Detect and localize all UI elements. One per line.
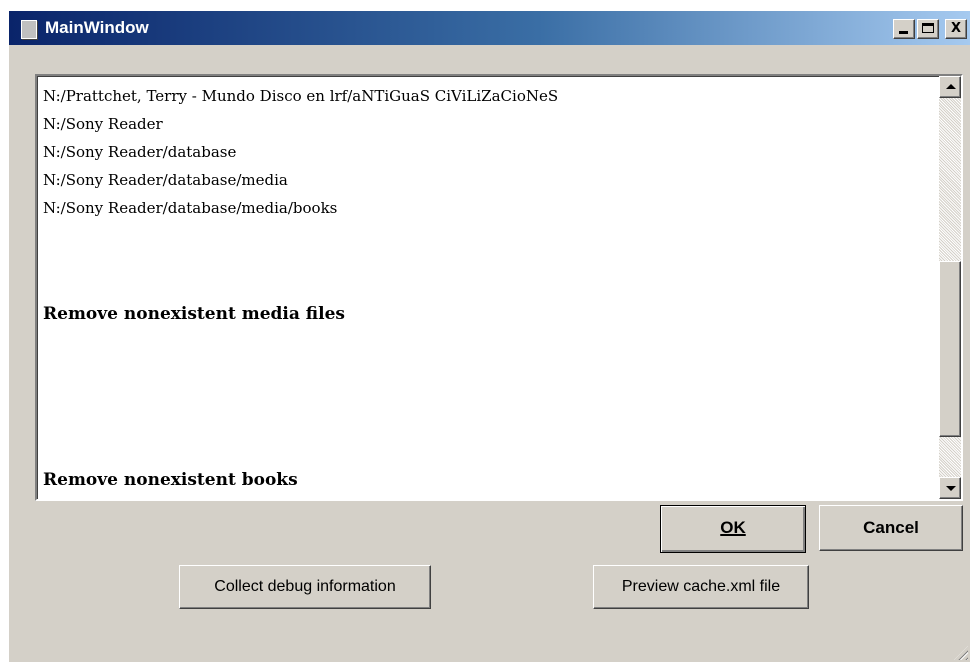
maximize-button[interactable] <box>917 19 939 39</box>
cancel-button[interactable]: Cancel <box>819 505 963 551</box>
scroll-thumb[interactable] <box>939 261 961 437</box>
log-content: N:/Prattchet, Terry - Mundo Disco en lrf… <box>43 82 923 494</box>
log-line: N:/Prattchet, Terry - Mundo Disco en lrf… <box>43 87 559 105</box>
log-heading-media: Remove nonexistent media files <box>43 304 346 324</box>
log-line: N:/Sony Reader/database/media <box>43 171 288 189</box>
close-icon: X <box>950 21 962 36</box>
ok-button-label: OK <box>720 518 746 537</box>
log-spacer <box>43 222 923 300</box>
main-window: MainWindow X N:/Prattchet, Terry - Mundo… <box>8 10 970 662</box>
resize-grip-icon[interactable] <box>954 646 968 660</box>
ok-button[interactable]: OK <box>660 505 806 553</box>
vertical-scrollbar[interactable] <box>939 76 961 499</box>
log-line: N:/Sony Reader/database/media/books <box>43 199 338 217</box>
close-button[interactable]: X <box>945 19 967 39</box>
minimize-button[interactable] <box>893 19 915 39</box>
app-window-icon[interactable] <box>21 20 37 39</box>
minimize-icon <box>899 31 908 34</box>
log-spacer <box>43 328 923 466</box>
arrow-up-icon <box>946 84 956 89</box>
window-title: MainWindow <box>45 18 149 37</box>
scroll-up-button[interactable] <box>939 76 961 98</box>
output-log-textarea[interactable]: N:/Prattchet, Terry - Mundo Disco en lrf… <box>35 74 963 501</box>
maximize-icon <box>922 23 934 33</box>
title-bar[interactable]: MainWindow X <box>9 11 970 45</box>
arrow-down-icon <box>946 486 956 491</box>
preview-cache-button[interactable]: Preview cache.xml file <box>593 565 809 609</box>
log-line: N:/Sony Reader <box>43 115 163 133</box>
log-heading-books: Remove nonexistent books <box>43 470 298 490</box>
log-line: N:/Sony Reader/database <box>43 143 237 161</box>
collect-debug-button[interactable]: Collect debug information <box>179 565 431 609</box>
scroll-down-button[interactable] <box>939 477 961 499</box>
